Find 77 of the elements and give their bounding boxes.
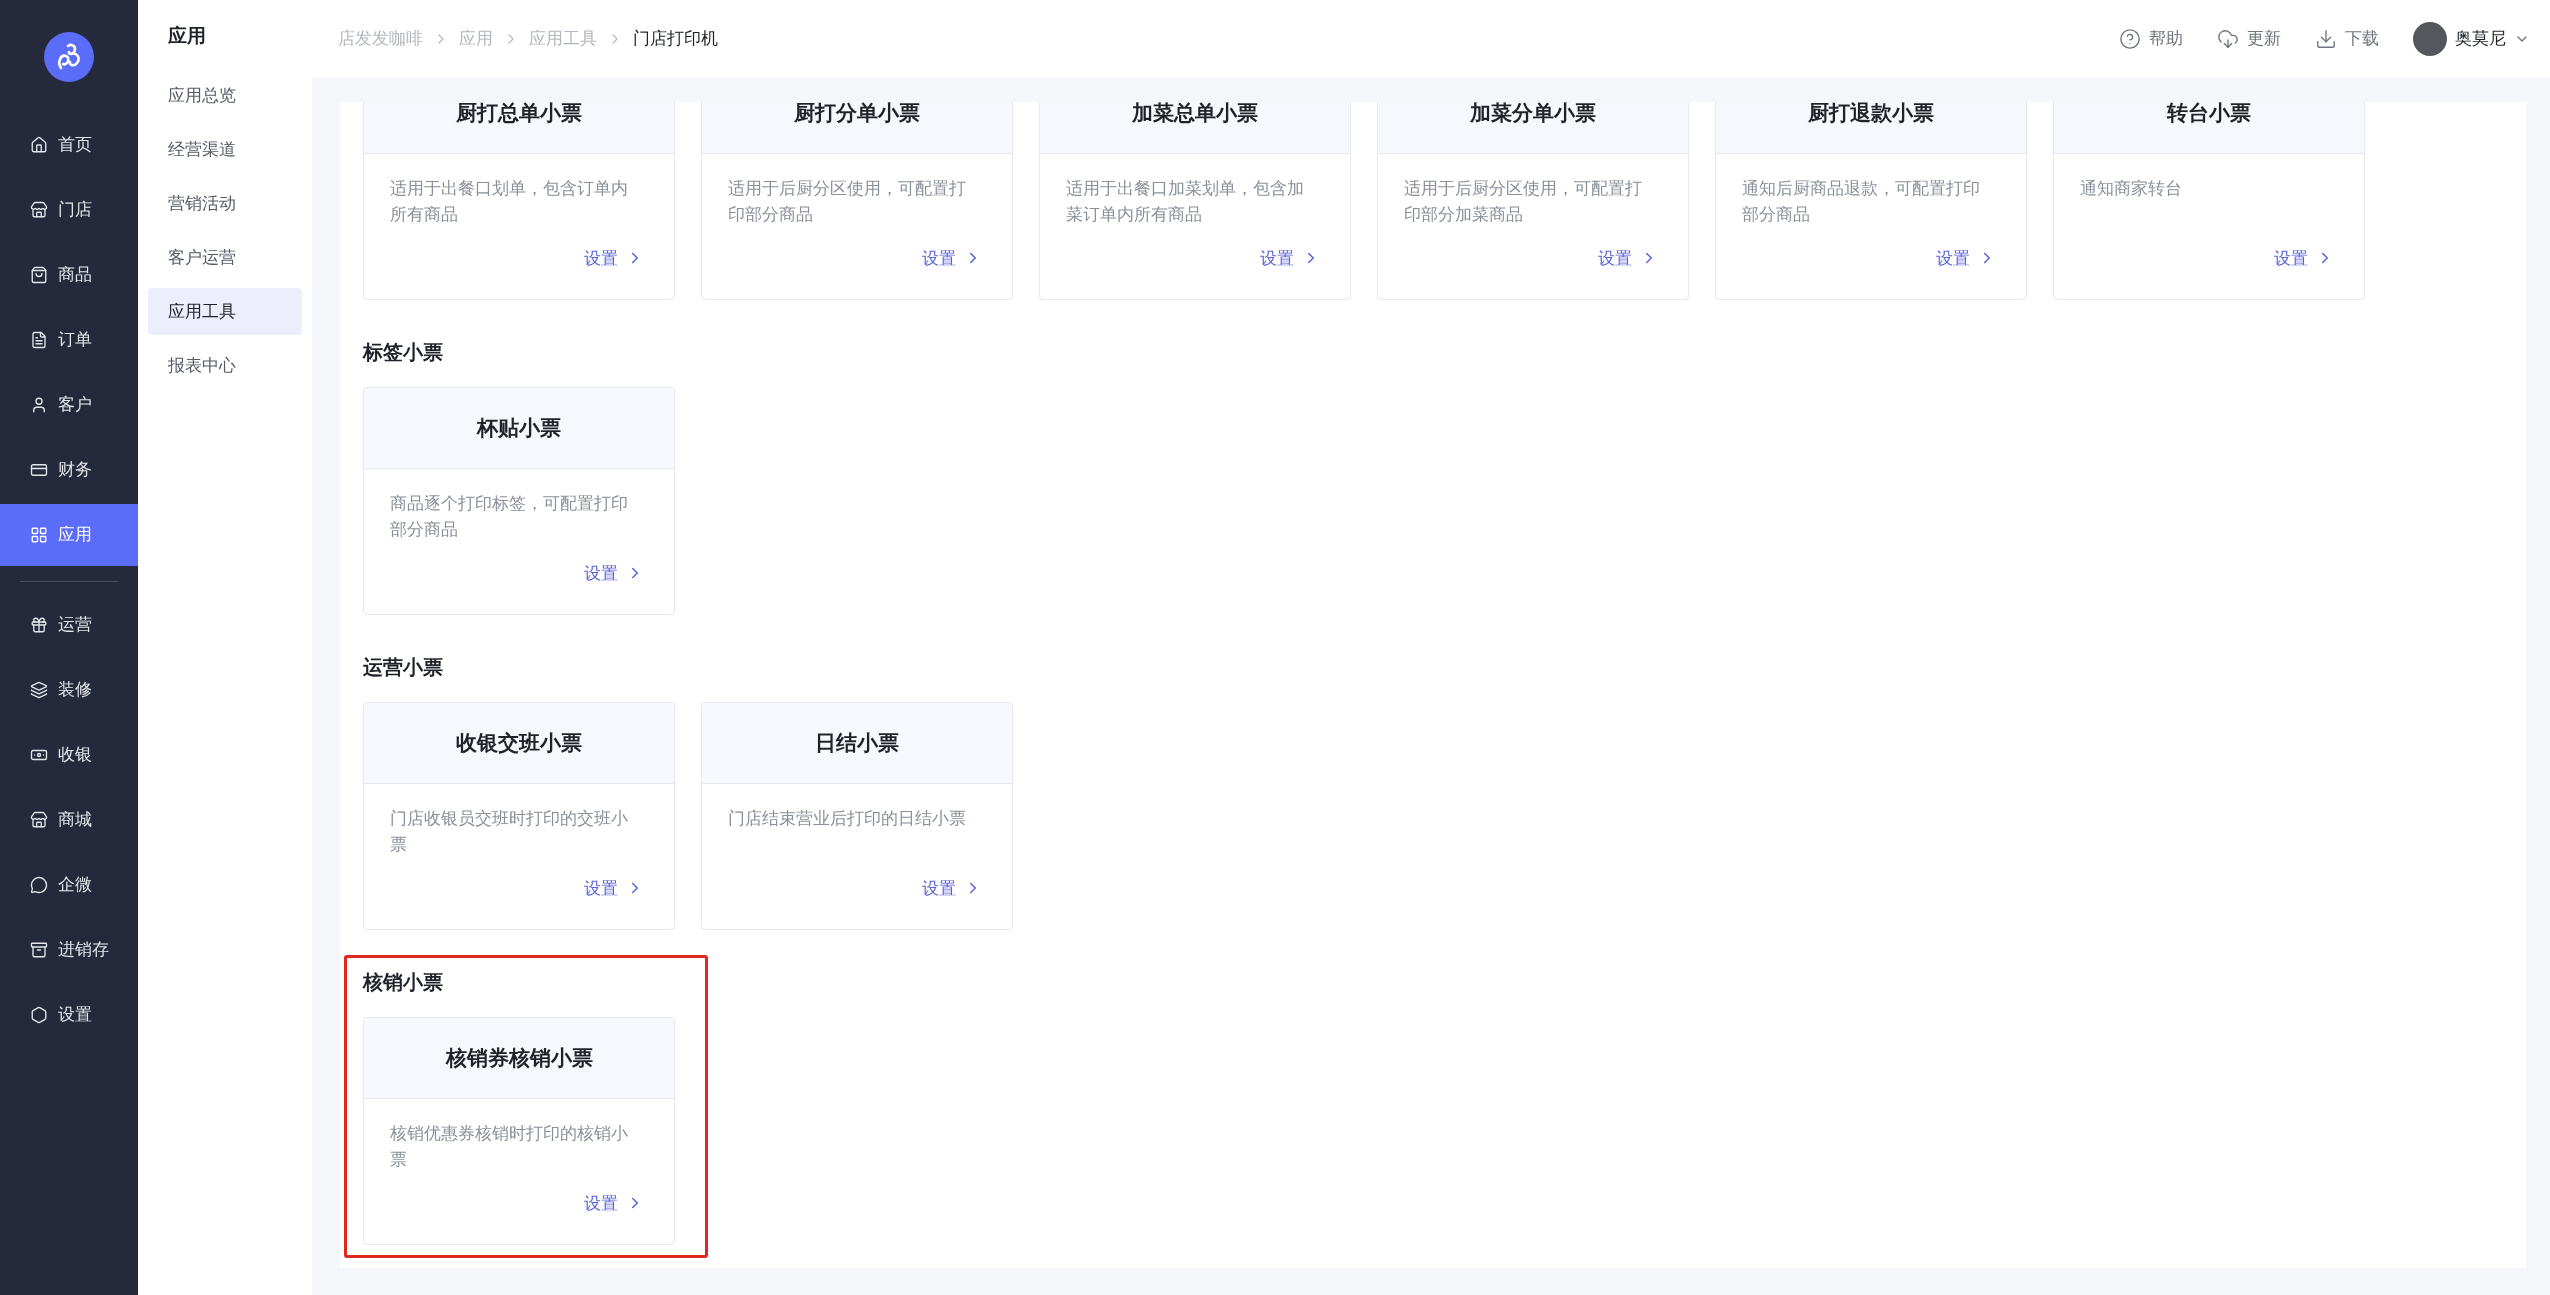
nav-item[interactable]: 财务	[0, 439, 138, 501]
card-description: 商品逐个打印标签，可配置打印部分商品	[390, 493, 629, 541]
card-title: 厨打总单小票	[456, 102, 582, 127]
card-title: 核销券核销小票	[445, 1045, 593, 1072]
section-title: 标签小票	[363, 340, 444, 365]
user-menu[interactable]: 奥莫尼	[2413, 22, 2530, 56]
header-action[interactable]: 更新	[2217, 26, 2281, 52]
download-icon	[2315, 28, 2337, 50]
header-action[interactable]: 下载	[2315, 26, 2379, 52]
subnav-title: 应用	[167, 23, 207, 48]
document-icon	[30, 331, 48, 349]
nav-item[interactable]: 设置	[0, 984, 138, 1046]
nav-item[interactable]: 装修	[0, 659, 138, 721]
card-description: 适用于后厨分区使用，可配置打印部分商品	[728, 178, 967, 226]
nav-item[interactable]: 应用	[0, 504, 138, 566]
settings-link[interactable]: 设置	[584, 875, 644, 901]
archive-icon	[30, 941, 48, 959]
bag-icon	[30, 266, 48, 284]
help-icon	[2119, 28, 2141, 50]
card-title: 转台小票	[2167, 102, 2251, 127]
nav-item[interactable]: 收银	[0, 724, 138, 786]
card-description: 门店结束营业后打印的日结小票	[728, 808, 967, 830]
card-description: 适用于出餐口划单，包含订单内所有商品	[390, 178, 629, 226]
settings-link[interactable]: 设置	[1936, 245, 1996, 271]
settings-link[interactable]: 设置	[584, 560, 644, 586]
nav-item[interactable]: 门店	[0, 179, 138, 241]
layers-icon	[30, 681, 48, 699]
subnav-item[interactable]: 经营渠道	[148, 126, 302, 173]
card-description: 适用于出餐口加菜划单，包含加菜订单内所有商品	[1066, 178, 1305, 226]
logo-icon	[44, 32, 94, 82]
grid-icon	[30, 526, 48, 544]
card-description: 通知商家转台	[2080, 178, 2183, 200]
gift-icon	[30, 616, 48, 634]
section-title: 运营小票	[363, 655, 444, 680]
settings-link[interactable]: 设置	[2274, 245, 2334, 271]
settings-link[interactable]: 设置	[1260, 245, 1320, 271]
cloud-download-icon	[2217, 28, 2239, 50]
chat-icon	[30, 876, 48, 894]
card-title: 收银交班小票	[456, 730, 582, 757]
header-action[interactable]: 帮助	[2119, 26, 2183, 52]
subnav-item[interactable]: 客户运营	[148, 234, 302, 281]
card-description: 适用于后厨分区使用，可配置打印部分加菜商品	[1404, 178, 1643, 226]
card-title: 厨打分单小票	[794, 102, 920, 127]
avatar	[2413, 22, 2447, 56]
card-description: 核销优惠券核销时打印的核销小票	[390, 1123, 629, 1171]
subnav-item[interactable]: 应用总览	[148, 72, 302, 119]
card-icon	[30, 461, 48, 479]
card-description: 门店收银员交班时打印的交班小票	[390, 808, 629, 856]
settings-link[interactable]: 设置	[584, 1190, 644, 1216]
breadcrumb-item: 门店打印机	[633, 28, 718, 51]
home-icon	[30, 136, 48, 154]
user-icon	[30, 396, 48, 414]
subnav-item[interactable]: 应用工具	[148, 288, 302, 335]
subnav-item[interactable]: 营销活动	[148, 180, 302, 227]
card-description: 通知后厨商品退款，可配置打印部分商品	[1742, 178, 1981, 226]
store-icon	[30, 201, 48, 219]
settings-link[interactable]: 设置	[1598, 245, 1658, 271]
settings-link[interactable]: 设置	[922, 875, 982, 901]
nav-item[interactable]: 企微	[0, 854, 138, 916]
section-title: 核销小票	[363, 970, 444, 995]
store-icon	[30, 811, 48, 829]
nav-item[interactable]: 订单	[0, 309, 138, 371]
card-title: 厨打退款小票	[1808, 102, 1934, 127]
subnav-item[interactable]: 报表中心	[148, 342, 302, 389]
nav-item[interactable]: 商品	[0, 244, 138, 306]
card-title: 日结小票	[815, 730, 899, 757]
nav-item[interactable]: 首页	[0, 114, 138, 176]
card-title: 杯贴小票	[477, 415, 561, 442]
settings-link[interactable]: 设置	[584, 245, 644, 271]
settings-link[interactable]: 设置	[922, 245, 982, 271]
nav-item[interactable]: 进销存	[0, 919, 138, 981]
card-title: 加菜分单小票	[1470, 102, 1596, 127]
nav-item[interactable]: 客户	[0, 374, 138, 436]
settings-icon	[30, 1006, 48, 1024]
nav-item[interactable]: 运营	[0, 594, 138, 656]
card-title: 加菜总单小票	[1132, 102, 1258, 127]
nav-item[interactable]: 商城	[0, 789, 138, 851]
